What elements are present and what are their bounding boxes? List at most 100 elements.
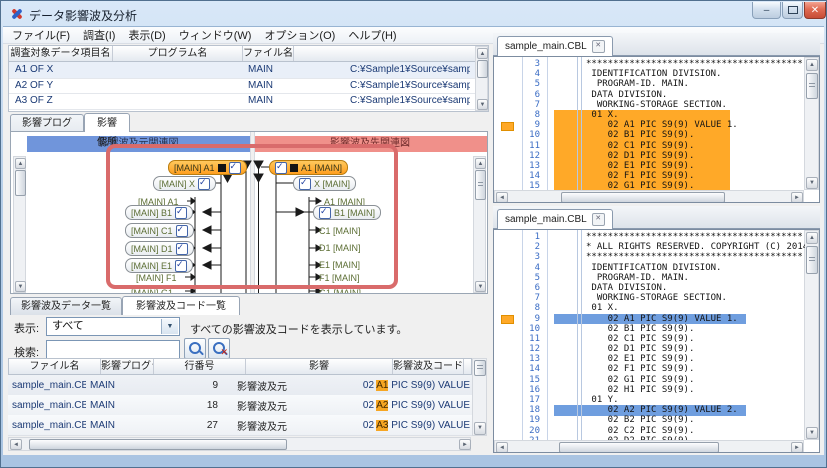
code-line[interactable]: 21 02 D2 PIC S9(9). xyxy=(494,436,805,440)
scroll-left-icon[interactable]: ◄ xyxy=(496,442,508,452)
scroll-left-icon[interactable]: ◄ xyxy=(10,439,22,450)
scroll-down-icon[interactable]: ▼ xyxy=(806,177,818,189)
editor-top-hscrollbar[interactable]: ◄ ► xyxy=(494,190,804,202)
close-button[interactable]: ✕ xyxy=(804,2,826,19)
code-line[interactable]: 12 02 D1 PIC S9(9). xyxy=(494,344,805,354)
code-line[interactable]: 5 PROGRAM-ID. MAIN. xyxy=(494,79,805,89)
diagram-node-source-a1[interactable]: [MAIN] A1 xyxy=(168,160,247,175)
code-line[interactable]: 5 PROGRAM-ID. MAIN. xyxy=(494,273,805,283)
code-line[interactable]: 3 **************************************… xyxy=(494,59,805,69)
code-line[interactable]: 7 WORKING-STORAGE SECTION. xyxy=(494,293,805,303)
table-row[interactable]: A1 OF X MAIN C:¥Sample1¥Source¥sampl xyxy=(9,62,476,79)
close-tab-icon[interactable]: ✕ xyxy=(591,40,605,53)
checkbox[interactable] xyxy=(175,242,188,255)
checkbox[interactable] xyxy=(175,259,188,272)
diagram-node-source-c1[interactable]: [MAIN] C1 xyxy=(125,223,194,238)
column-header[interactable]: ファイル名 xyxy=(243,46,294,61)
scroll-left-icon[interactable]: ◄ xyxy=(496,192,508,202)
code-line[interactable]: 11 02 C1 PIC S9(9). xyxy=(494,141,805,151)
checkbox[interactable] xyxy=(175,224,188,237)
checkbox[interactable] xyxy=(319,206,331,219)
menu-item[interactable]: オプション(O) xyxy=(264,27,335,43)
scroll-up-icon[interactable]: ▲ xyxy=(15,158,26,169)
column-header[interactable]: 行番号 xyxy=(154,359,246,374)
scrollbar-thumb[interactable] xyxy=(29,439,287,450)
diagram-node-source-d1[interactable]: [MAIN] D1 xyxy=(125,241,194,256)
code-line[interactable]: 10 02 B1 PIC S9(9). xyxy=(494,130,805,140)
code-line[interactable]: 17 01 Y. xyxy=(494,395,805,405)
editor-top-vscrollbar[interactable]: ▲ ▼ xyxy=(804,57,819,190)
code-line[interactable]: 12 02 D1 PIC S9(9). xyxy=(494,151,805,161)
checkbox[interactable] xyxy=(198,177,211,190)
editor-top-tab[interactable]: sample_main.CBL ✕ xyxy=(497,36,613,56)
code-line[interactable]: 13 02 E1 PIC S9(9). xyxy=(494,354,805,364)
code-line[interactable]: 2 * ALL RIGHTS RESERVED. COPYRIGHT (C) 2… xyxy=(494,242,805,252)
scrollbar-thumb[interactable] xyxy=(15,170,26,196)
tab-impact-location[interactable]: 影響個所 xyxy=(84,113,130,148)
code-line[interactable]: 19 02 B2 PIC S9(9). xyxy=(494,415,805,425)
menu-item[interactable]: 調査(I) xyxy=(83,27,115,43)
code-line[interactable]: 8 01 X. xyxy=(494,303,805,313)
code-line[interactable]: 15 02 G1 PIC S9(9). xyxy=(494,181,805,190)
column-header[interactable]: 影響プログラム名 xyxy=(101,359,154,374)
table-row[interactable]: A2 OF Y MAIN C:¥Sample1¥Source¥sampl xyxy=(9,78,476,94)
scroll-up-icon[interactable]: ▲ xyxy=(806,232,818,244)
scrollbar-thumb[interactable] xyxy=(474,360,486,376)
scroll-up-icon[interactable]: ▲ xyxy=(475,158,486,169)
code-line[interactable]: 13 02 E1 PIC S9(9). xyxy=(494,161,805,171)
editor-top[interactable]: 3 **************************************… xyxy=(493,56,820,203)
maximize-button[interactable] xyxy=(782,2,803,19)
diagram-label-dest-f1[interactable]: F1 [MAIN] xyxy=(319,273,360,283)
checkbox[interactable] xyxy=(299,177,311,190)
code-line[interactable]: 15 02 G1 PIC S9(9). xyxy=(494,375,805,385)
scrollbar-thumb[interactable] xyxy=(561,192,725,202)
target-data-table[interactable]: 調査対象データ項目名 プログラム名 ファイル名 A1 OF X MAIN C:¥Sa… xyxy=(8,45,489,112)
diagram-left-scrollbar[interactable]: ▲ ▼ xyxy=(13,156,26,293)
menu-item[interactable]: ウィンドウ(W) xyxy=(179,27,252,43)
diagram-node-source-e1[interactable]: [MAIN] E1 xyxy=(125,258,194,273)
code-line[interactable]: 8 01 X. xyxy=(494,110,805,120)
tab-impact-data-list[interactable]: 影響波及データ一覧 xyxy=(10,297,122,315)
code-line[interactable]: 14 02 F1 PIC S9(9). xyxy=(494,171,805,181)
close-tab-icon[interactable]: ✕ xyxy=(591,213,605,226)
code-line[interactable]: 14 02 F1 PIC S9(9). xyxy=(494,364,805,374)
diagram-label-dest-c1[interactable]: C1 [MAIN] xyxy=(319,226,361,236)
scrollbar-thumb[interactable] xyxy=(477,60,488,78)
diagram-label-source-f1[interactable]: [MAIN] F1 xyxy=(136,273,177,283)
target-table-scrollbar[interactable]: ▲ ▼ xyxy=(475,46,488,111)
minimize-button[interactable]: – xyxy=(752,2,781,19)
code-line[interactable]: 16 02 H1 PIC S9(9). xyxy=(494,385,805,395)
diagram-label-dest-d1[interactable]: D1 [MAIN] xyxy=(319,243,361,253)
diagram-right-scrollbar[interactable]: ▲ ▼ xyxy=(473,156,486,293)
scroll-down-icon[interactable]: ▼ xyxy=(474,422,486,435)
code-line[interactable]: 9 02 A1 PIC S9(9) VALUE 1. xyxy=(494,314,805,324)
editor-bottom[interactable]: 1 **************************************… xyxy=(493,229,820,453)
code-line[interactable]: 18 02 A2 PIC S9(9) VALUE 2. xyxy=(494,405,805,415)
column-header[interactable]: ファイル名 xyxy=(9,359,101,374)
diagram-node-source-b1[interactable]: [MAIN] B1 xyxy=(125,205,194,220)
menu-item[interactable]: 表示(D) xyxy=(128,27,165,43)
impact-diagram[interactable]: 影響波及元関連図 影響波及先関連図 [MAIN] A1 ✓ [MAIN] X ✓… xyxy=(10,131,488,294)
checkbox[interactable] xyxy=(228,161,241,174)
scrollbar-thumb[interactable] xyxy=(475,170,486,200)
scrollbar-thumb[interactable] xyxy=(559,442,719,452)
code-line[interactable]: 9 02 A1 PIC S9(9) VALUE 1. xyxy=(494,120,805,130)
column-header[interactable]: 調査対象データ項目名 xyxy=(9,46,113,61)
code-line[interactable]: 4 IDENTIFICATION DIVISION. xyxy=(494,263,805,273)
code-line[interactable]: 4 IDENTIFICATION DIVISION. xyxy=(494,69,805,79)
tab-impact-code-list[interactable]: 影響波及コード一覧 xyxy=(122,296,240,315)
diagram-node-dest-b1[interactable]: B1 [MAIN] xyxy=(313,205,382,220)
table-row[interactable]: sample_main.CBL MAIN 18 影響波及元 02 A2 PIC … xyxy=(8,395,472,416)
filter-dropdown[interactable]: すべて ▼ xyxy=(46,317,180,336)
diagram-label-dest-e1[interactable]: E1 [MAIN] xyxy=(319,260,360,270)
diagram-node-dest-x[interactable]: X [MAIN] xyxy=(293,176,357,191)
menu-item[interactable]: ヘルプ(H) xyxy=(348,27,396,43)
column-header[interactable]: 影響 xyxy=(246,359,393,374)
diagram-label-source-g1[interactable]: [MAIN] G1 xyxy=(131,288,173,293)
scrollbar-thumb[interactable] xyxy=(806,246,818,274)
scroll-down-icon[interactable]: ▼ xyxy=(475,281,486,292)
scroll-down-icon[interactable]: ▼ xyxy=(15,281,26,292)
result-table-vscrollbar[interactable]: ▼ xyxy=(472,358,487,436)
code-line[interactable]: 11 02 C1 PIC S9(9). xyxy=(494,334,805,344)
result-table-hscrollbar[interactable]: ◄ ► xyxy=(8,437,471,451)
